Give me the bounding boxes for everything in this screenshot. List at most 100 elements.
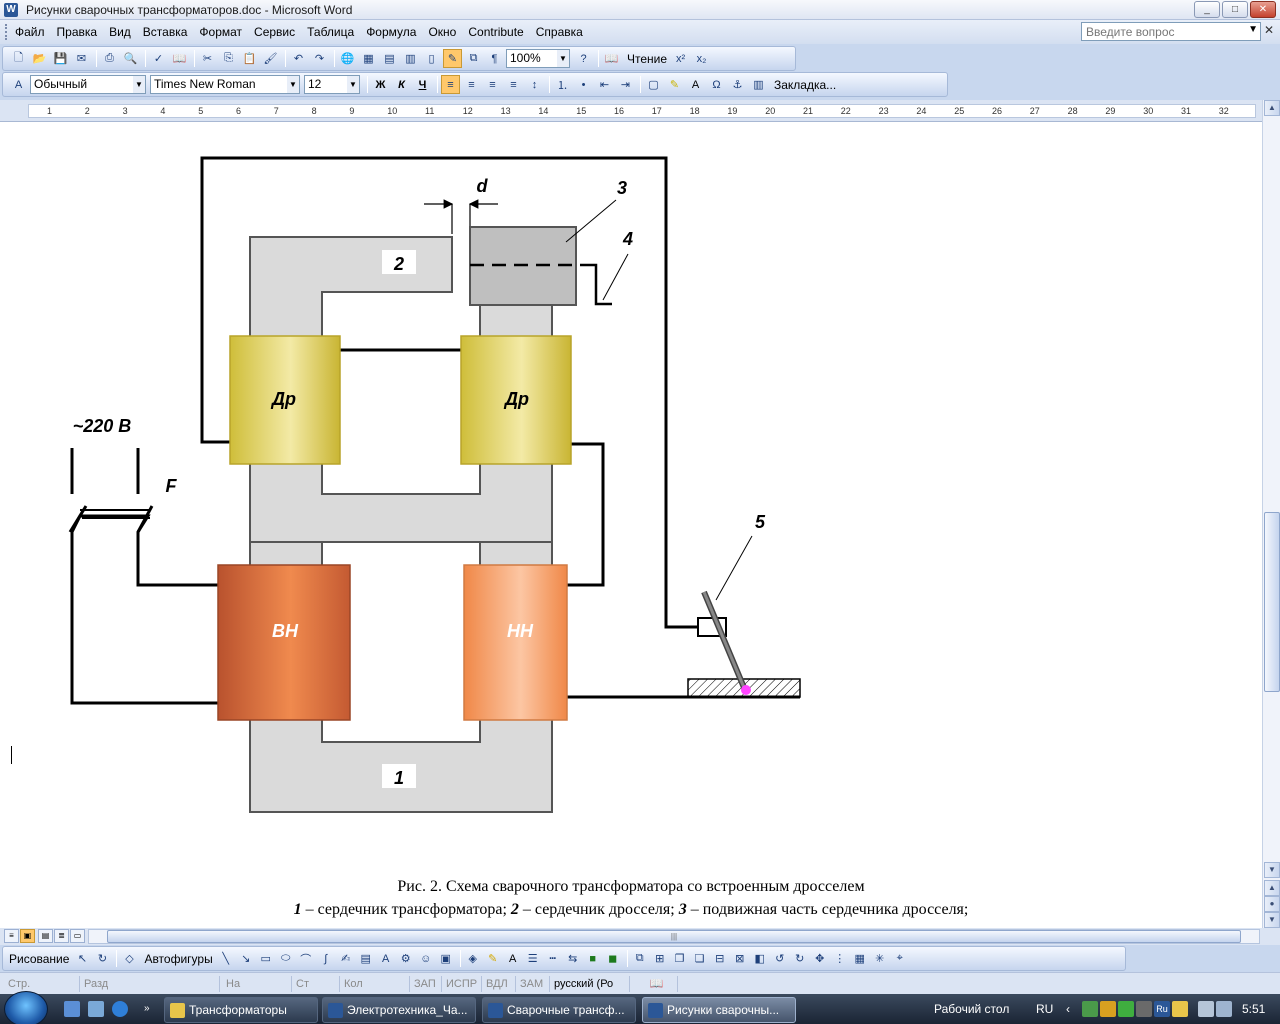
drawing-icon[interactable]: ✎	[443, 49, 462, 68]
columns-layout-icon[interactable]: ▥	[749, 75, 768, 94]
anchor-icon[interactable]: ⚓	[728, 75, 747, 94]
omega-symbol-icon[interactable]: Ω	[707, 75, 726, 94]
draw-font-color-icon[interactable]: A	[504, 950, 522, 968]
menu-view[interactable]: Вид	[103, 21, 137, 43]
chevron-down-icon[interactable]: ▼	[1248, 24, 1258, 35]
next-page-icon[interactable]: ▼	[1264, 912, 1280, 928]
paste-icon[interactable]: 📋	[240, 49, 259, 68]
horizontal-ruler[interactable]: 1 2 3 4 5 6 7 8 9 10 11 12 13 14 15 16 17 18 19 20 21 22 23 24 2…	[0, 100, 1262, 122]
desktop-toolbar-label[interactable]: Рабочий стол	[934, 994, 1009, 1024]
chevron-down-icon[interactable]: ▼	[287, 76, 299, 93]
align-center-icon[interactable]: ≡	[462, 75, 481, 94]
dash-style-icon[interactable]: ┅	[544, 950, 562, 968]
network-tray-icon[interactable]	[1082, 1001, 1098, 1017]
open-folder-icon[interactable]: 📂	[30, 49, 49, 68]
highlight-icon[interactable]: ✎	[665, 75, 684, 94]
chevron-down-icon[interactable]: ▼	[347, 76, 359, 93]
copy-icon[interactable]: ⎘	[219, 49, 238, 68]
bullets-icon[interactable]: •	[574, 75, 593, 94]
font-size-select[interactable]: 12 ▼	[304, 75, 360, 94]
chevron-down-icon[interactable]: ▼	[133, 76, 145, 93]
style-select[interactable]: Обычный ▼	[30, 75, 146, 94]
web-layout-view-icon[interactable]: ▣	[20, 929, 35, 943]
line-spacing-icon[interactable]: ↕	[525, 75, 544, 94]
menu-file[interactable]: Файл	[9, 21, 51, 43]
minimize-button[interactable]: _	[1194, 1, 1220, 18]
drawing-menu-button[interactable]: Рисование	[9, 952, 69, 966]
line-tool-icon[interactable]: ╲	[217, 950, 235, 968]
numbering-icon[interactable]: ⒈	[553, 75, 572, 94]
new-document-icon[interactable]: 🗋	[9, 49, 28, 68]
font-color-icon[interactable]: A	[686, 75, 705, 94]
clock[interactable]: 5:51	[1242, 994, 1265, 1024]
connector-icon[interactable]: ⌖	[891, 950, 909, 968]
redo-icon[interactable]: ↷	[310, 49, 329, 68]
quicklaunch-expand-icon[interactable]: »	[144, 994, 150, 1024]
menu-formula[interactable]: Формула	[360, 21, 422, 43]
rotate-icon[interactable]: ↻	[93, 950, 111, 968]
internet-explorer-icon[interactable]	[112, 1001, 128, 1017]
security-tray-icon[interactable]	[1100, 1001, 1116, 1017]
horizontal-scrollbar[interactable]: |||	[88, 929, 1260, 944]
print-preview-icon[interactable]: 🔍	[121, 49, 140, 68]
menu-help[interactable]: Справка	[530, 21, 589, 43]
shadow-icon[interactable]: ■	[584, 950, 602, 968]
status-extend[interactable]: ВДЛ	[482, 976, 516, 992]
clipart-icon[interactable]: ☺	[417, 950, 435, 968]
status-record[interactable]: ЗАП	[410, 976, 442, 992]
menu-table[interactable]: Таблица	[301, 21, 360, 43]
document-close-icon[interactable]: ✕	[1264, 23, 1274, 37]
menu-tools[interactable]: Сервис	[248, 21, 301, 43]
spelling-icon[interactable]: ✓	[149, 49, 168, 68]
save-icon[interactable]: 💾	[51, 49, 70, 68]
flip-icon[interactable]: ◧	[751, 950, 769, 968]
oval-tool-icon[interactable]: ⬭	[277, 950, 295, 968]
task-welding-figures[interactable]: Рисунки сварочны...	[642, 997, 796, 1023]
insert-table-icon[interactable]: ▤	[380, 49, 399, 68]
autoshapes-icon[interactable]: ◇	[120, 950, 138, 968]
justify-icon[interactable]: ≡	[504, 75, 523, 94]
previous-page-icon[interactable]: ▲	[1264, 880, 1280, 896]
vertical-scroll-thumb[interactable]	[1264, 512, 1280, 692]
menu-contribute[interactable]: Contribute	[462, 21, 529, 43]
document-map-icon[interactable]: ⧉	[464, 49, 483, 68]
3d-icon[interactable]: ◼	[604, 950, 622, 968]
reading-view-icon[interactable]: ▭	[70, 929, 85, 943]
chevron-down-icon[interactable]: ▼	[557, 50, 569, 67]
vertical-scrollbar[interactable]: ▲ ▼ ▲ ● ▼	[1262, 100, 1280, 928]
spelling-status-icon[interactable]: 📖	[632, 976, 678, 992]
scroll-up-icon[interactable]: ▲	[1264, 100, 1280, 116]
bookmark-button[interactable]: Закладка...	[774, 78, 836, 92]
align-objects-icon[interactable]: ⊟	[711, 950, 729, 968]
borders-icon[interactable]: ▢	[644, 75, 663, 94]
print-layout-view-icon[interactable]: ▤	[38, 929, 53, 943]
update-tray-icon[interactable]	[1172, 1001, 1188, 1017]
volume-icon[interactable]	[1198, 1001, 1214, 1017]
research-icon[interactable]: 📖	[170, 49, 189, 68]
diagram-icon[interactable]: ⚙	[397, 950, 415, 968]
permission-icon[interactable]: ✉	[72, 49, 91, 68]
textbox-icon[interactable]: ▤	[357, 950, 375, 968]
printer-tray-icon[interactable]	[1136, 1001, 1152, 1017]
menu-format[interactable]: Формат	[193, 21, 248, 43]
fill-color-icon[interactable]: ◈	[464, 950, 482, 968]
menu-window[interactable]: Окно	[422, 21, 462, 43]
menu-edit[interactable]: Правка	[51, 21, 104, 43]
styles-icon[interactable]: A	[9, 75, 28, 94]
nudge-icon[interactable]: ✥	[811, 950, 829, 968]
hyperlink-icon[interactable]: 🌐	[338, 49, 357, 68]
ungroup-icon[interactable]: ⊞	[651, 950, 669, 968]
rotate-right-icon[interactable]: ↻	[791, 950, 809, 968]
print-icon[interactable]: ⎙	[100, 49, 119, 68]
cut-icon[interactable]: ✂	[198, 49, 217, 68]
sound-speaker-icon[interactable]	[1216, 1001, 1232, 1017]
superscript-icon[interactable]: x²	[671, 49, 690, 68]
curve-tool-icon[interactable]: ∫	[317, 950, 335, 968]
decrease-indent-icon[interactable]: ⇤	[595, 75, 614, 94]
help-icon[interactable]: ?	[574, 49, 593, 68]
font-select[interactable]: Times New Roman ▼	[150, 75, 300, 94]
tray-expand-icon[interactable]: ‹	[1066, 994, 1070, 1024]
status-track-changes[interactable]: ИСПР	[442, 976, 482, 992]
horizontal-scroll-thumb[interactable]: |||	[107, 930, 1241, 943]
browse-object-icon[interactable]: ●	[1264, 896, 1280, 912]
